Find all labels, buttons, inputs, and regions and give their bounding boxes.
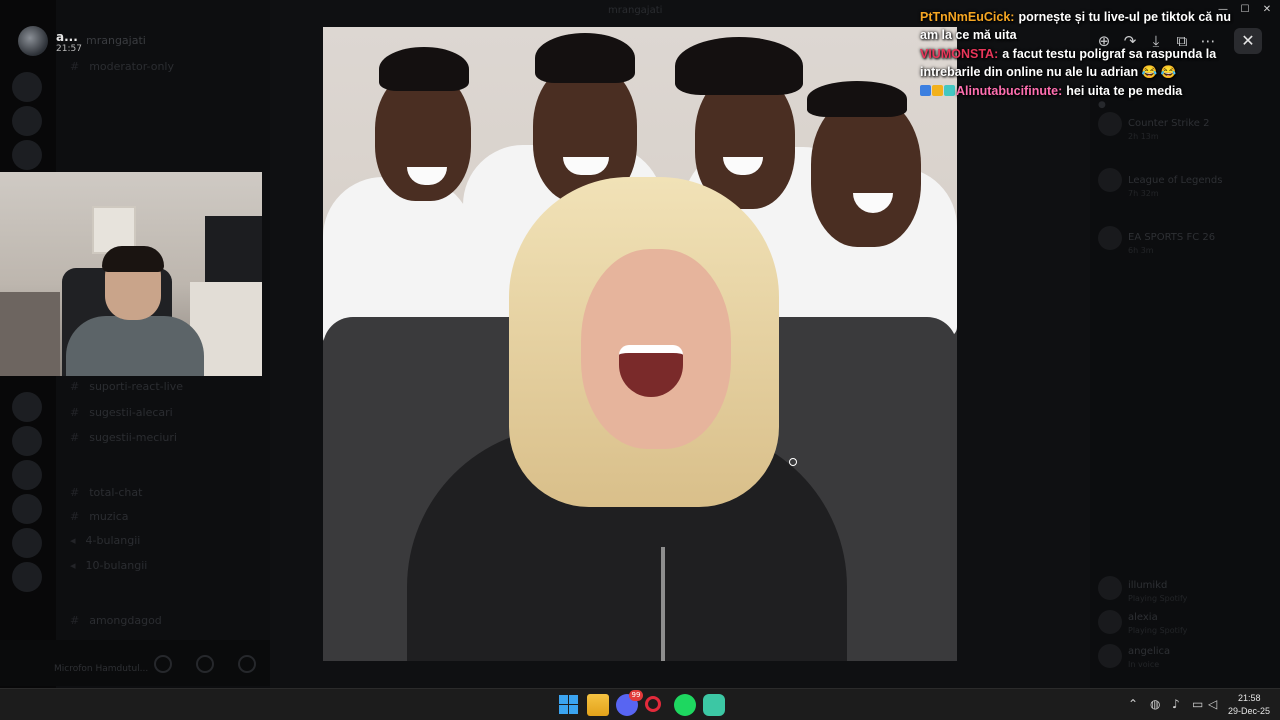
streamer-shirt: [66, 316, 204, 376]
stream-chat-overlay: PtTnNmEuCick: pornește și tu live-ul pe t…: [920, 8, 1240, 101]
close-window-icon[interactable]: ✕: [1256, 2, 1278, 18]
member-activity[interactable]: Counter Strike 2: [1128, 118, 1209, 129]
channel-item[interactable]: # total-chat: [70, 486, 142, 499]
activity-header: ●: [1098, 100, 1106, 110]
microphone-tray-icon[interactable]: ♪: [1172, 697, 1180, 711]
gift-badge-icon: [944, 85, 955, 96]
game-avatar: [1098, 112, 1122, 136]
chevron-up-icon[interactable]: ⌃: [1128, 697, 1138, 711]
volume-icon[interactable]: ◁: [1208, 697, 1217, 711]
chat-username: VIUMONSTA:: [920, 47, 999, 61]
person-hair: [379, 47, 469, 91]
channel-item[interactable]: # sugestii-alecari: [70, 406, 173, 419]
member-activity-sub: 2h 13m: [1128, 132, 1159, 141]
server-icon[interactable]: [12, 494, 42, 524]
discord-icon[interactable]: 99: [616, 690, 643, 716]
member-name[interactable]: angelica: [1128, 646, 1170, 657]
hash-icon: #: [70, 60, 80, 73]
member-avatar[interactable]: [1098, 576, 1122, 600]
server-icon[interactable]: [12, 426, 42, 456]
server-icon[interactable]: [12, 140, 42, 170]
headset-icon[interactable]: [196, 655, 214, 673]
bed: [0, 292, 60, 376]
streamer-time: 21:57: [56, 44, 82, 54]
member-avatar[interactable]: [1098, 644, 1122, 668]
hash-icon: #: [70, 614, 80, 627]
chat-message: VIUMONSTA: a facut testu poligraf sa rasp…: [920, 45, 1240, 81]
chatgpt-icon[interactable]: [703, 694, 725, 716]
channel-item[interactable]: # sugestii-meciuri: [70, 431, 177, 444]
channel-item[interactable]: # suporti-react-live: [70, 380, 183, 393]
server-icon[interactable]: [12, 460, 42, 490]
chat-username: PtTnNmEuCick:: [920, 10, 1015, 24]
network-icon[interactable]: ▭: [1192, 697, 1203, 711]
user-status: Microfon Hamdutul...: [54, 664, 149, 674]
game-avatar: [1098, 226, 1122, 250]
channel-item[interactable]: # muzica: [70, 510, 129, 523]
notification-badge: 99: [629, 690, 643, 701]
person-hair: [807, 81, 907, 117]
settings-gear-icon[interactable]: [238, 655, 256, 673]
user-panel: Microfon Hamdutul...: [0, 640, 270, 686]
clock-date[interactable]: 29-Dec-25: [1228, 706, 1270, 716]
member-name[interactable]: illumikd: [1128, 580, 1167, 591]
microphone-icon[interactable]: [154, 655, 172, 673]
chat-message: Alinutabucifinute: hei uita te pe media: [920, 82, 1240, 100]
crown-badge-icon: [932, 85, 943, 96]
person-face: [811, 97, 921, 247]
hash-icon: #: [70, 486, 80, 499]
member-sub: Playing Spotify: [1128, 594, 1188, 603]
member-activity[interactable]: EA SPORTS FC 26: [1128, 232, 1215, 243]
file-explorer-icon[interactable]: [587, 694, 609, 716]
server-icon[interactable]: [12, 528, 42, 558]
webcam-feed: [0, 172, 262, 376]
chat-text: hei uita te pe media: [1066, 84, 1183, 98]
member-activity[interactable]: League of Legends: [1128, 175, 1222, 186]
streamer-hair: [102, 246, 164, 272]
streamer-avatar: [18, 26, 48, 56]
clock-time[interactable]: 21:58: [1238, 693, 1261, 703]
channel-item[interactable]: # amongdagod: [70, 614, 162, 627]
member-sub: Playing Spotify: [1128, 626, 1188, 635]
channel-item[interactable]: ◂ 10-bulangii: [70, 559, 147, 572]
chat-message: PtTnNmEuCick: pornește și tu live-ul pe t…: [920, 8, 1240, 44]
hash-icon: #: [70, 380, 80, 393]
discord-tray-icon[interactable]: ◍: [1150, 697, 1160, 711]
member-name[interactable]: alexia: [1128, 612, 1158, 623]
game-avatar: [1098, 168, 1122, 192]
server-icon[interactable]: [12, 72, 42, 102]
chat-username: Alinutabucifinute:: [956, 84, 1063, 98]
person-hair: [535, 33, 635, 83]
speaker-icon: ◂: [70, 534, 76, 547]
window-title: mrangajati: [608, 5, 663, 16]
windows-start-icon[interactable]: [558, 694, 580, 716]
channel-item[interactable]: # moderator-only: [70, 60, 174, 73]
server-icon[interactable]: [12, 562, 42, 592]
channel-item[interactable]: ◂ 4-bulangii: [70, 534, 140, 547]
person-hair: [675, 37, 803, 95]
hash-icon: #: [70, 431, 80, 444]
server-icon[interactable]: [12, 106, 42, 136]
member-sub: In voice: [1128, 660, 1160, 669]
streamer-name: a...: [56, 30, 78, 44]
server-icon[interactable]: [12, 392, 42, 422]
windows-taskbar: 99 ⌃ ◍ ♪ ▭ ◁ 21:58 29-Dec-25: [0, 688, 1280, 720]
spotify-icon[interactable]: [674, 694, 696, 716]
opera-gx-icon[interactable]: [645, 696, 661, 712]
cursor-icon: [789, 458, 797, 466]
hash-icon: #: [70, 406, 80, 419]
speaker-icon: ◂: [70, 559, 76, 572]
media-viewer-image[interactable]: [323, 27, 957, 661]
member-activity-sub: 7h 32m: [1128, 189, 1159, 198]
server-name[interactable]: mrangajati: [86, 34, 146, 47]
badge-icon: [920, 85, 931, 96]
member-avatar[interactable]: [1098, 610, 1122, 634]
member-activity-sub: 6h 3m: [1128, 246, 1154, 255]
hash-icon: #: [70, 510, 80, 523]
zipper: [661, 547, 665, 661]
